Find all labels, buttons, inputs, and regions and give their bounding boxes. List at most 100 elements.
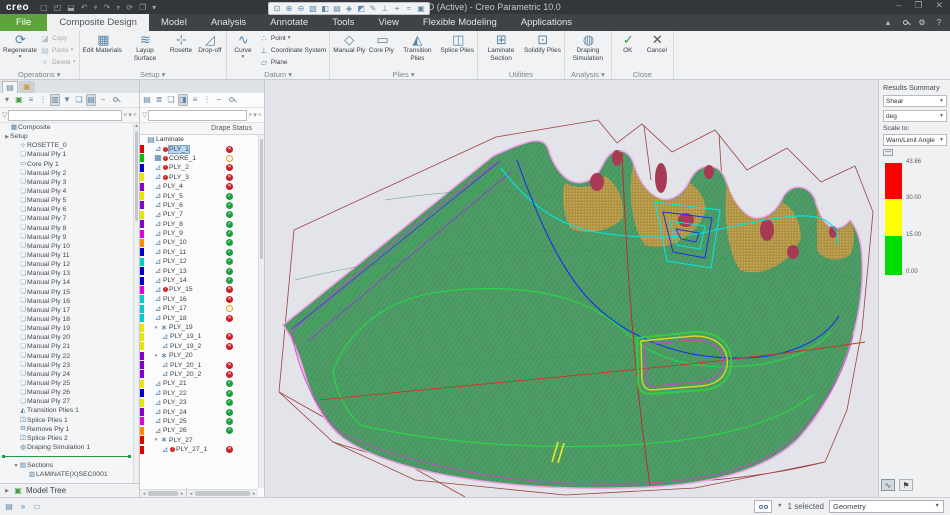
message-log-icon[interactable]: ▤ bbox=[4, 502, 14, 512]
find-caret-icon[interactable]: ▼ bbox=[777, 504, 782, 509]
laminate-row-ply_19_2[interactable]: ⊿PLY_19_2✕ bbox=[140, 342, 259, 351]
new-file-icon[interactable]: ▢ bbox=[37, 3, 51, 12]
laminate-row-ply_9[interactable]: ⊿PLY_9✓ bbox=[140, 229, 259, 238]
tab-composite-design[interactable]: Composite Design bbox=[47, 14, 149, 31]
core-ply-button[interactable]: ▭Core Ply bbox=[368, 32, 394, 55]
result-type-select[interactable]: Shear▼ bbox=[883, 95, 947, 107]
tab-flexible-modeling[interactable]: Flexible Modeling bbox=[411, 14, 509, 31]
model-tree-tab-icon[interactable]: ▤ bbox=[2, 81, 18, 93]
laminate-section-button[interactable]: ⊞Laminate Section bbox=[481, 32, 521, 62]
laminate-row-ply_20_1[interactable]: ⊿PLY_20_1✕ bbox=[140, 360, 259, 369]
laminate-row-ply_2[interactable]: ⊿!PLY_2✕ bbox=[140, 163, 259, 172]
copy-button[interactable]: ◪Copy bbox=[40, 33, 76, 44]
folders-icon[interactable]: ❏ bbox=[74, 95, 84, 105]
spin-center-icon[interactable]: ⌖ bbox=[392, 4, 402, 14]
solidify-plies-button[interactable]: ⊡Solidify Plies bbox=[524, 32, 561, 55]
laminate-row-laminate[interactable]: ▤Laminate bbox=[140, 135, 259, 144]
laminate-row-ply_6[interactable]: ⊿PLY_6✓ bbox=[140, 201, 259, 210]
laminate-row-core_1[interactable]: ▦!CORE_1 bbox=[140, 154, 259, 163]
model-tree-filter-input[interactable] bbox=[8, 110, 122, 121]
model-tree-scrollbar[interactable]: ▲ bbox=[133, 123, 139, 483]
zoom-out-icon[interactable]: ⊖ bbox=[296, 4, 306, 14]
laminate-row-ply_21[interactable]: ⊿PLY_21✓ bbox=[140, 379, 259, 388]
plane-button[interactable]: ▱Plane bbox=[259, 57, 326, 68]
laminate-row-ply_7[interactable]: ⊿PLY_7✓ bbox=[140, 210, 259, 219]
simulate-display-icon[interactable]: ≈ bbox=[404, 4, 414, 14]
drop-off-button[interactable]: ◿Drop-off bbox=[197, 32, 223, 55]
tree-item-sections[interactable]: ▼▤Sections bbox=[0, 461, 133, 470]
laminate-row-ply_17[interactable]: ⊿PLY_17 bbox=[140, 304, 259, 313]
close-window-icon[interactable]: ✕ bbox=[932, 0, 946, 11]
laminate-row-ply_27_1[interactable]: ⊿!PLY_27_1✕ bbox=[140, 445, 259, 454]
help-icon[interactable]: ? bbox=[934, 18, 944, 28]
list-icon[interactable]: ≡ bbox=[26, 95, 36, 105]
drape-status-column-header[interactable]: Drape Status bbox=[140, 123, 264, 135]
tab-analysis[interactable]: Analysis bbox=[199, 14, 258, 31]
laminate-row-ply_23[interactable]: ⊿PLY_23✓ bbox=[140, 398, 259, 407]
perspective-icon[interactable]: ◩ bbox=[356, 4, 366, 14]
tab-model[interactable]: Model bbox=[149, 14, 199, 31]
scale-mode-select[interactable]: Warn/Limit Angle▼ bbox=[883, 134, 947, 146]
laminate-row-ply_19[interactable]: ▾∗PLY_19 bbox=[140, 323, 259, 332]
display-style-icon[interactable]: ◧ bbox=[320, 4, 330, 14]
plies-stack-icon[interactable]: ≣ bbox=[154, 95, 164, 105]
laminate-row-ply_13[interactable]: ⊿PLY_13✓ bbox=[140, 266, 259, 275]
sheet-icon[interactable]: ❏ bbox=[166, 95, 176, 105]
flag-icon[interactable]: ⚑ bbox=[899, 479, 913, 491]
footer-expand-icon[interactable]: ▶ bbox=[4, 488, 10, 494]
laminate-row-ply_5[interactable]: ⊿PLY_5✓ bbox=[140, 191, 259, 200]
laminate-row-ply_22[interactable]: ⊿PLY_22✓ bbox=[140, 389, 259, 398]
columns-icon[interactable]: ▥ bbox=[50, 94, 60, 106]
laminate-row-ply_3[interactable]: ⊿!PLY_3✕ bbox=[140, 173, 259, 182]
tree-item-draping-simulation-1[interactable]: ◍Draping Simulation 1 bbox=[0, 443, 133, 452]
tab-annotate[interactable]: Annotate bbox=[258, 14, 320, 31]
laminate-row-ply_1[interactable]: ⊿!PLY_1✕ bbox=[140, 144, 259, 153]
view-manager-icon[interactable]: ◈ bbox=[344, 4, 354, 14]
cancel-button[interactable]: ✕Cancel bbox=[644, 32, 670, 55]
laminate-row-ply_15[interactable]: ⊿!PLY_15✕ bbox=[140, 285, 259, 294]
tree-caret-icon[interactable]: ▾ bbox=[2, 95, 12, 105]
delete-button[interactable]: ×Delete▾ bbox=[40, 57, 76, 68]
clear-filter-icon[interactable]: × bbox=[123, 112, 127, 119]
flat-list-icon[interactable]: ▤ bbox=[86, 94, 96, 106]
minimize-panel-icon[interactable]: − bbox=[214, 95, 224, 105]
units-select[interactable]: deg▼ bbox=[883, 110, 947, 122]
zoom-in-icon[interactable]: ⊕ bbox=[284, 4, 294, 14]
point-button[interactable]: ∴Point▾ bbox=[259, 33, 326, 44]
filter-caret-icon[interactable]: ▾ bbox=[253, 111, 257, 119]
folder-browser-tab-icon[interactable]: ▣ bbox=[19, 81, 35, 93]
capture-icon[interactable]: ▣ bbox=[416, 4, 426, 14]
laminate-row-ply_16[interactable]: ⊿PLY_16✕ bbox=[140, 295, 259, 304]
model-note-icon[interactable]: ▭ bbox=[32, 502, 42, 512]
paste-button[interactable]: ▤Paste▾ bbox=[40, 45, 76, 56]
tab-view[interactable]: View bbox=[366, 14, 410, 31]
laminate-row-ply_10[interactable]: ⊿PLY_10✓ bbox=[140, 238, 259, 247]
laminate-row-ply_8[interactable]: ⊿PLY_8✓ bbox=[140, 220, 259, 229]
find-button[interactable] bbox=[754, 500, 772, 513]
laminate-scrollbar[interactable] bbox=[258, 135, 264, 488]
laminate-row-ply_26[interactable]: ⊿PLY_26✓ bbox=[140, 426, 259, 435]
laminate-hscrollbar[interactable]: ◂▸ ◂▸ bbox=[140, 489, 258, 497]
laminate-view-icon[interactable]: ▤ bbox=[142, 95, 152, 105]
laminate-row-ply_14[interactable]: ⊿PLY_14✓ bbox=[140, 276, 259, 285]
regenerate-quick-icon[interactable]: ⟳ bbox=[123, 3, 136, 12]
drape-sheet-icon[interactable]: ◨ bbox=[178, 94, 188, 106]
minimize-window-icon[interactable]: – bbox=[893, 0, 904, 11]
search-panel-icon[interactable] bbox=[110, 95, 120, 105]
collapse-ribbon-icon[interactable]: ▴ bbox=[883, 18, 893, 28]
transition-plies-button[interactable]: ◭Transition Plies bbox=[397, 32, 437, 62]
undo-caret-icon[interactable]: ▾ bbox=[91, 3, 101, 12]
clear-filter-icon[interactable]: × bbox=[248, 112, 252, 119]
open-file-icon[interactable]: ◰ bbox=[51, 3, 65, 12]
graph-icon[interactable]: ∿ bbox=[881, 479, 895, 491]
add-filter-icon[interactable]: + bbox=[133, 112, 137, 119]
refit-icon[interactable]: ⊡ bbox=[272, 4, 282, 14]
draping-simulation-button[interactable]: ◍Draping Simulation bbox=[568, 32, 608, 62]
ok-button[interactable]: ✓OK bbox=[615, 32, 641, 55]
rosette-button[interactable]: ⊹Rosette bbox=[168, 32, 194, 55]
legend-collapse-button[interactable]: — bbox=[883, 149, 893, 156]
tree-item-composite[interactable]: ▦Composite bbox=[0, 123, 133, 132]
curve-button[interactable]: ∿Curve▾ bbox=[230, 32, 256, 60]
graphics-area[interactable] bbox=[265, 80, 878, 497]
selection-filter-select[interactable]: Geometry▼ bbox=[829, 500, 944, 513]
